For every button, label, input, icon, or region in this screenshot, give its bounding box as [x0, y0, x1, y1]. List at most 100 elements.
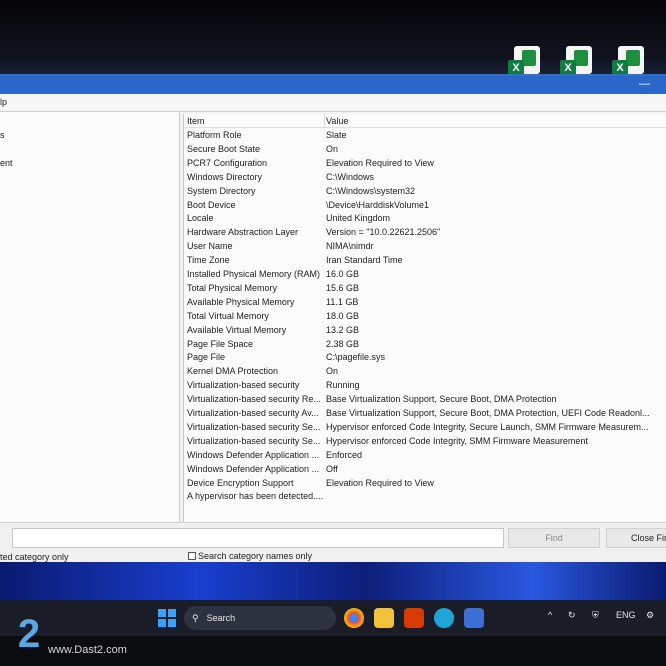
defender-icon[interactable]: ⛨: [592, 610, 599, 621]
row-value: On: [326, 366, 339, 377]
row-item: User Name: [187, 241, 233, 252]
menu-item-help[interactable]: lp: [0, 97, 7, 107]
row-item: Kernel DMA Protection: [187, 366, 279, 377]
column-header-item[interactable]: Item: [187, 116, 323, 126]
list-row[interactable]: Time Zone Iran Standard Time: [184, 253, 666, 267]
minimize-icon[interactable]: —: [639, 78, 650, 90]
search-selected-category-label[interactable]: ted category only: [0, 552, 69, 562]
list-row[interactable]: Windows Directory C:\Windows: [184, 170, 666, 184]
list-row[interactable]: Boot Device \Device\HarddiskVolume1: [184, 198, 666, 212]
list-row[interactable]: Page File Space 2.38 GB: [184, 337, 666, 351]
search-placeholder: Search: [206, 613, 236, 623]
tree-item[interactable]: s: [0, 130, 5, 140]
excel-file-icon[interactable]: X: [560, 44, 594, 78]
tree-item[interactable]: ent: [0, 158, 13, 168]
list-row[interactable]: Total Physical Memory 15.6 GB: [184, 281, 666, 295]
network-icon[interactable]: ⚙: [646, 610, 654, 621]
list-row[interactable]: Locale United Kingdom: [184, 211, 666, 225]
row-value: Off: [326, 463, 338, 474]
row-item: Available Physical Memory: [187, 296, 295, 307]
list-row[interactable]: Virtualization-based security Se... Hyper…: [184, 420, 666, 434]
list-row[interactable]: Secure Boot State On: [184, 142, 666, 156]
list-row[interactable]: Windows Defender Application ... Enforced: [184, 448, 666, 462]
list-row[interactable]: Total Virtual Memory 18.0 GB: [184, 309, 666, 323]
system-information-icon[interactable]: [464, 608, 484, 628]
sync-icon[interactable]: ↻: [568, 610, 576, 621]
checkbox[interactable]: [188, 552, 196, 560]
row-item: Windows Defender Application ...: [187, 449, 320, 460]
row-item: Installed Physical Memory (RAM): [187, 269, 321, 279]
row-item: PCR7 Configuration: [187, 157, 268, 168]
row-item: Boot Device: [187, 199, 236, 210]
row-item: Device Encryption Support: [187, 477, 294, 488]
list-row[interactable]: User Name NIMA\nimdr: [184, 239, 666, 253]
list-row[interactable]: Virtualization-based security Av... Base …: [184, 406, 666, 420]
system-summary-list[interactable]: Item Value Platform Role Slate Secure Boot…: [183, 114, 666, 522]
desktop-wallpaper: [0, 562, 666, 600]
row-value: Hypervisor enforced Code Integrity, Secu…: [326, 421, 649, 432]
row-item: Virtualization-based security Av...: [187, 408, 319, 418]
row-item: Virtualization-based security Re...: [187, 394, 321, 405]
list-row[interactable]: Virtualization-based security Se... Hyper…: [184, 434, 666, 448]
list-row[interactable]: PCR7 Configuration Elevation Required to …: [184, 156, 666, 170]
row-item: Locale: [187, 213, 214, 224]
list-row[interactable]: Available Physical Memory 11.1 GB: [184, 295, 666, 309]
file-explorer-icon[interactable]: [374, 608, 394, 628]
row-item: A hypervisor has been detected....: [187, 491, 323, 502]
watermark-text: www.Dast2.com: [48, 644, 127, 656]
row-value: Base Virtualization Support, Secure Boot…: [326, 408, 650, 418]
chrome-icon[interactable]: [344, 608, 364, 628]
row-item: Windows Defender Application ...: [187, 463, 320, 474]
office-icon[interactable]: [404, 608, 424, 628]
list-row[interactable]: System Directory C:\Windows\system32: [184, 184, 666, 198]
excel-file-icon[interactable]: X: [508, 44, 542, 78]
excel-file-icon[interactable]: X: [612, 44, 646, 78]
row-item: Virtualization-based security Se...: [187, 435, 321, 446]
row-item: Virtualization-based security Se...: [187, 421, 321, 432]
row-value: 11.1 GB: [326, 296, 359, 307]
category-tree[interactable]: s ent: [0, 112, 180, 522]
list-row[interactable]: Available Virtual Memory 13.2 GB: [184, 323, 666, 337]
row-value: C:\pagefile.sys: [326, 352, 386, 363]
list-row[interactable]: Virtualization-based security Running: [184, 378, 666, 392]
row-value: C:\Windows: [326, 171, 375, 182]
search-category-names-label: Search category names only: [198, 551, 313, 561]
list-row[interactable]: Hardware Abstraction Layer Version = "10.…: [184, 225, 666, 239]
list-row[interactable]: Windows Defender Application ... Off: [184, 462, 666, 476]
row-value: 18.0 GB: [326, 310, 360, 321]
start-button-icon[interactable]: [158, 609, 176, 627]
row-value: On: [326, 143, 339, 154]
edge-icon[interactable]: [434, 608, 454, 628]
row-value: Hypervisor enforced Code Integrity, SMM …: [326, 435, 588, 446]
search-category-names-option[interactable]: Search category names only: [188, 551, 312, 561]
row-value: 15.6 GB: [326, 282, 360, 293]
list-row[interactable]: Page File C:\pagefile.sys: [184, 350, 666, 364]
list-row[interactable]: Kernel DMA Protection On: [184, 364, 666, 378]
row-value: Running: [326, 380, 360, 391]
find-bar: Find Close Fir ted category only Search …: [0, 522, 666, 564]
row-item: Time Zone: [187, 255, 230, 266]
taskbar-search-box[interactable]: ⚲ Search: [184, 606, 336, 630]
row-item: Page File Space: [187, 338, 254, 349]
list-row[interactable]: Device Encryption Support Elevation Requi…: [184, 476, 666, 490]
list-row[interactable]: A hypervisor has been detected....: [184, 489, 666, 503]
window-titlebar[interactable]: —: [0, 76, 666, 94]
row-value: Elevation Required to View: [326, 477, 434, 488]
language-indicator[interactable]: ENG: [616, 610, 636, 620]
row-item: Virtualization-based security: [187, 380, 300, 391]
find-button[interactable]: Find: [508, 528, 600, 548]
row-value: 13.2 GB: [326, 324, 360, 335]
row-value: NIMA\nimdr: [326, 241, 374, 252]
row-item: Available Virtual Memory: [187, 324, 287, 335]
row-value: 16.0 GB: [326, 269, 360, 279]
list-row[interactable]: Virtualization-based security Re... Base …: [184, 392, 666, 406]
menu-bar: lp: [0, 94, 666, 112]
row-value: Base Virtualization Support, Secure Boot…: [326, 394, 557, 405]
chevron-up-icon[interactable]: ^: [548, 610, 552, 620]
list-row[interactable]: Installed Physical Memory (RAM) 16.0 GB: [184, 267, 666, 281]
row-value: 2.38 GB: [326, 338, 360, 349]
column-header-value[interactable]: Value: [326, 116, 666, 126]
find-what-input[interactable]: [12, 528, 504, 548]
close-find-button[interactable]: Close Fir: [606, 528, 666, 548]
list-row[interactable]: Platform Role Slate: [184, 128, 666, 142]
